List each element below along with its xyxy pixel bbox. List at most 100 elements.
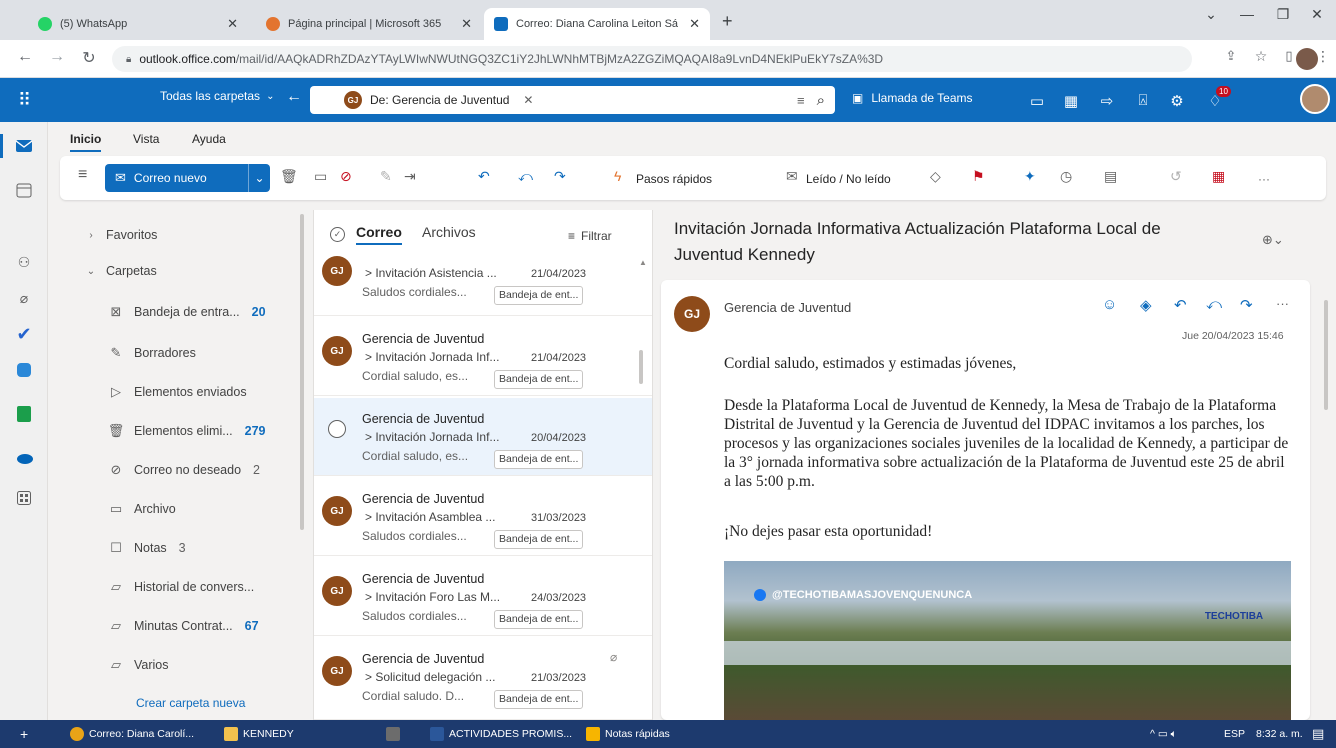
pin-icon[interactable]: ✦	[1024, 168, 1036, 185]
search-back-icon[interactable]: ←	[286, 88, 302, 106]
close-icon[interactable]: ✕	[453, 16, 472, 32]
url-field[interactable]: 🔒︎ outlook.office.com/mail/id/AAQkADRhZD…	[112, 46, 1192, 72]
folder-item[interactable]: 🗑︎ Elementos elimi... 279	[106, 416, 266, 446]
bookmark-star-icon[interactable]: ☆	[1250, 48, 1272, 65]
new-tab-button[interactable]: +	[722, 11, 733, 32]
tab-archivos[interactable]: Archivos	[422, 224, 476, 240]
tab-microsoft365[interactable]: Página principal | Microsoft 365 ✕	[256, 8, 482, 40]
tab-outlook[interactable]: Correo: Diana Carolina Leiton Sá ✕	[484, 8, 710, 40]
hamburger-icon[interactable]: ≡	[78, 166, 87, 184]
folder-item[interactable]: ▱ Historial de convers...	[106, 572, 254, 602]
apps-icon[interactable]: ▦	[1212, 168, 1225, 185]
share-icon[interactable]: ⇪	[1220, 48, 1242, 64]
more-apps-icon[interactable]	[12, 486, 36, 510]
search-filter-chip[interactable]: GJ De: Gerencia de Juventud ✕	[344, 91, 533, 109]
search-scope-dropdown[interactable]: Todas las carpetas ⌄	[160, 89, 274, 103]
tag-icon[interactable]: ◇	[930, 168, 941, 185]
tray-language[interactable]: ESP	[1224, 724, 1245, 744]
close-icon[interactable]: ✕	[219, 16, 238, 32]
reading-scrollbar[interactable]	[1324, 300, 1328, 410]
zoom-icon[interactable]: ⊕⌄	[1262, 232, 1284, 248]
message-row[interactable]	[314, 250, 652, 316]
list-scrollbar[interactable]	[639, 350, 643, 384]
maximize-icon[interactable]: ❐	[1268, 6, 1298, 23]
read-unread-icon[interactable]: ✉︎	[786, 168, 798, 185]
chat-icon[interactable]: ▭	[1026, 92, 1048, 110]
move-to-icon[interactable]: ⇥	[404, 168, 416, 185]
snooze-icon[interactable]: ◷	[1060, 168, 1072, 185]
message-avatar[interactable]: GJ	[322, 496, 352, 526]
app-launcher-icon[interactable]: ⠿	[18, 90, 31, 111]
folder-item[interactable]: ⊘ Correo no deseado 2	[106, 455, 260, 485]
rules-icon[interactable]: ▤	[1104, 168, 1117, 185]
new-mail-button[interactable]: ✉︎ Correo nuevo ⌄	[105, 164, 270, 192]
tab-vista[interactable]: Vista	[133, 132, 159, 146]
select-all-icon[interactable]: ✓	[330, 227, 345, 242]
onedrive-icon[interactable]	[12, 446, 36, 470]
menu-kebab-icon[interactable]: ⋮	[1312, 48, 1334, 65]
forward-icon[interactable]: ↷	[1240, 296, 1253, 314]
folder-item[interactable]: ⊠ Bandeja de entra... 20	[106, 297, 266, 327]
forward-mail-icon[interactable]: ↷	[554, 168, 566, 185]
create-folder-link[interactable]: Crear carpeta nueva	[136, 688, 245, 718]
start-button[interactable]: +	[20, 724, 28, 744]
search-box[interactable]: GJ De: Gerencia de Juventud ✕ ≡ ⌕	[310, 86, 835, 114]
close-icon[interactable]: ✕	[681, 16, 700, 32]
back-icon[interactable]: ←	[14, 48, 36, 66]
notification-center-icon[interactable]: ▤	[1312, 724, 1324, 744]
message-avatar[interactable]: GJ	[322, 256, 352, 286]
report-icon[interactable]: ⊘	[340, 168, 352, 185]
calendar-icon[interactable]	[12, 178, 36, 202]
chip-close-icon[interactable]: ✕	[523, 93, 533, 107]
people-icon[interactable]: ⚇	[12, 250, 36, 274]
tab-inicio[interactable]: Inicio	[70, 132, 102, 152]
read-unread-button[interactable]: Leído / No leído	[806, 172, 891, 186]
copilot-icon[interactable]: ◈	[1140, 296, 1152, 314]
sender-avatar[interactable]: GJ	[674, 296, 710, 332]
tray-clock[interactable]: 8:32 a. m.	[1256, 724, 1303, 744]
flag-icon[interactable]: ⚑	[972, 168, 985, 185]
reply-all-icon[interactable]: ⤺	[1206, 296, 1222, 313]
archive-icon[interactable]: ▭	[314, 168, 327, 185]
sweep-icon[interactable]: ✎	[380, 168, 392, 185]
tray-icons[interactable]: ^ ▭ 🔈︎	[1150, 724, 1177, 744]
reply-all-icon[interactable]: ⤺	[518, 168, 533, 185]
reload-icon[interactable]: ↻	[78, 48, 100, 68]
bell-icon[interactable]: ⍓	[1132, 92, 1154, 109]
filter-options-icon[interactable]: ≡	[797, 93, 805, 108]
search-icon[interactable]: ⌕	[817, 92, 825, 109]
folder-item[interactable]: ☐ Notas 3	[106, 533, 185, 563]
gear-icon[interactable]: ⚙	[1166, 92, 1188, 110]
tab-search-icon[interactable]: ⌄	[1196, 6, 1226, 23]
taskbar-chrome[interactable]: Correo: Diana Carolí...	[70, 724, 194, 744]
viva-icon[interactable]	[12, 358, 36, 382]
folder-item[interactable]: ▷ Elementos enviados	[106, 377, 247, 407]
window-close-icon[interactable]: ✕	[1302, 6, 1332, 23]
office-icon[interactable]: ▦	[1060, 92, 1082, 110]
teams-call-button[interactable]: ▣ Llamada de Teams	[852, 91, 973, 105]
taskbar-folder[interactable]: KENNEDY	[224, 724, 294, 744]
more-actions-icon[interactable]: ···	[1276, 296, 1289, 311]
forward-icon[interactable]: →	[46, 48, 68, 66]
mail-icon[interactable]	[12, 134, 36, 158]
folders-toggle[interactable]: ⌄ Carpetas	[84, 256, 157, 286]
user-avatar[interactable]	[1300, 84, 1330, 114]
tab-ayuda[interactable]: Ayuda	[192, 132, 226, 146]
tab-correo[interactable]: Correo	[356, 224, 402, 245]
folder-item[interactable]: ▱ Minutas Contrat... 67	[106, 611, 259, 641]
todo-icon[interactable]: ✔	[12, 322, 36, 346]
message-avatar[interactable]: GJ	[322, 656, 352, 686]
folder-item[interactable]: ▱ Varios	[106, 650, 169, 680]
new-mail-dropdown-icon[interactable]: ⌄	[248, 164, 270, 192]
folder-scrollbar[interactable]	[300, 214, 304, 530]
more-button[interactable]: ···	[1258, 172, 1270, 186]
folder-item[interactable]: ✎ Borradores	[106, 338, 196, 368]
sender-name[interactable]: Gerencia de Juventud	[724, 300, 851, 315]
message-avatar[interactable]: GJ	[322, 336, 352, 366]
event-banner-image[interactable]: @TECHOTIBAMASJOVENQUENUNCA TECHOTIBA	[724, 561, 1291, 720]
quick-steps-icon[interactable]: ϟ	[614, 168, 621, 184]
feedback-icon[interactable]: ⇨	[1096, 92, 1118, 110]
message-avatar[interactable]: GJ	[322, 576, 352, 606]
sway-icon[interactable]	[12, 402, 36, 426]
taskbar-notes[interactable]: Notas rápidas	[586, 724, 670, 744]
